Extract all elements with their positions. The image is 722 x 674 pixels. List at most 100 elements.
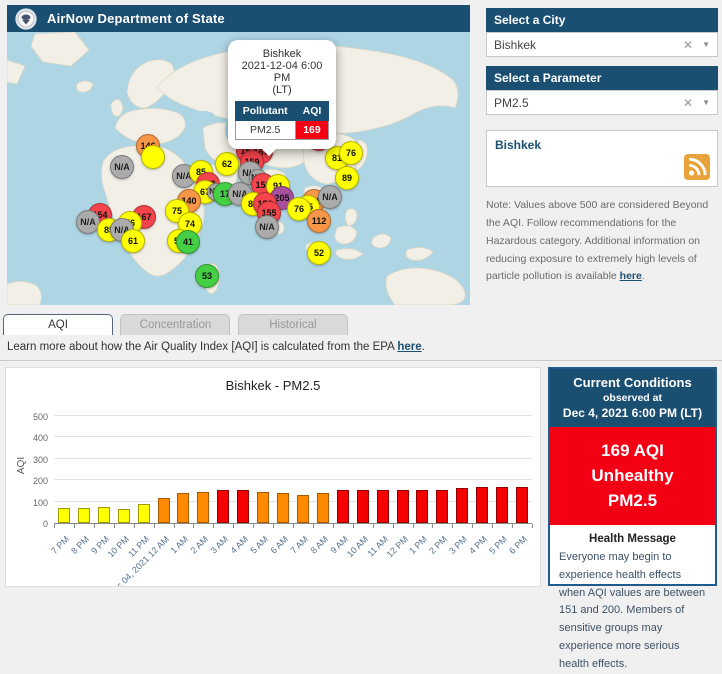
y-axis-tick-label: 100 — [14, 498, 48, 508]
chart-bar[interactable] — [98, 507, 110, 523]
note-suffix: . — [642, 270, 645, 282]
learn-more-text: Learn more about how the Air Quality Ind… — [0, 335, 722, 361]
chevron-down-icon[interactable]: ▼ — [702, 40, 710, 49]
x-axis-tick — [114, 524, 115, 528]
x-axis-tick — [393, 524, 394, 528]
observed-datetime: Dec 4, 2021 6:00 PM (LT) — [554, 406, 711, 420]
x-axis-tick — [273, 524, 274, 528]
aqi-marker[interactable]: 61 — [121, 229, 145, 253]
tab-historical[interactable]: Historical — [238, 314, 348, 335]
learn-more-body: Learn more about how the Air Quality Ind… — [7, 341, 397, 353]
epa-here-link[interactable]: here — [397, 341, 421, 353]
current-conditions-title: Current Conditions — [554, 375, 711, 390]
chevron-down-icon[interactable]: ▼ — [702, 98, 710, 107]
chart-bar[interactable] — [138, 504, 150, 523]
gridline — [54, 458, 532, 459]
x-axis-tick — [293, 524, 294, 528]
chart-bar[interactable] — [377, 490, 389, 523]
aqi-marker[interactable]: N/A — [110, 155, 134, 179]
x-axis-tick — [353, 524, 354, 528]
x-axis-tick — [213, 524, 214, 528]
x-axis-tick — [512, 524, 513, 528]
x-axis-tick — [74, 524, 75, 528]
tab-concentration[interactable]: Concentration — [120, 314, 230, 335]
y-axis-tick-label: 0 — [14, 519, 48, 529]
chart-bar[interactable] — [177, 493, 189, 523]
chart-bar[interactable] — [416, 490, 428, 523]
y-axis-tick-label: 500 — [14, 412, 48, 422]
city-select[interactable]: Bishkek ✕ ▼ — [486, 32, 718, 57]
x-axis-tick — [452, 524, 453, 528]
chart-bar[interactable] — [197, 492, 209, 523]
chart-bar[interactable] — [357, 490, 369, 523]
x-axis-tick — [94, 524, 95, 528]
health-message-body: Everyone may begin to experience health … — [550, 549, 715, 674]
current-aqi-value: 169 AQI — [550, 438, 715, 463]
clear-icon[interactable]: ✕ — [683, 38, 693, 52]
tab-aqi[interactable]: AQI — [3, 314, 113, 335]
chart-bar[interactable] — [297, 495, 309, 523]
aqi-marker[interactable]: 89 — [335, 166, 359, 190]
chart-bar[interactable] — [257, 492, 269, 523]
chart-bar[interactable] — [277, 493, 289, 523]
gridline — [54, 436, 532, 437]
aqi-marker[interactable]: 112 — [307, 209, 331, 233]
popup-city: Bishkek — [233, 48, 331, 60]
y-axis-tick-label: 400 — [14, 433, 48, 443]
aqi-marker[interactable]: N/A — [318, 185, 342, 209]
chart-bar[interactable] — [496, 487, 508, 523]
city-select-value: Bishkek — [494, 38, 683, 52]
map-popup: Bishkek 2021-12-04 6:00 PM (LT) Pollutan… — [228, 40, 336, 149]
rss-icon-glyph — [684, 154, 710, 180]
y-axis-tick-label: 300 — [14, 455, 48, 465]
chart-bar[interactable] — [516, 487, 528, 523]
world-aqi-map[interactable]: 146N/A62N/A8515116715915781768915267N/A1… — [7, 32, 470, 305]
parameter-select-value: PM2.5 — [494, 96, 683, 110]
aqi-chart-panel: Bishkek - PM2.5 AQI 01002003004005007 PM… — [5, 367, 541, 587]
note-text: Note: Values above 500 are considered Be… — [486, 199, 708, 282]
x-axis-tick — [432, 524, 433, 528]
chart-bar[interactable] — [436, 490, 448, 523]
aqi-marker[interactable] — [141, 145, 165, 169]
chart-bar[interactable] — [317, 493, 329, 523]
chart-bar[interactable] — [397, 490, 409, 523]
chart-bar[interactable] — [158, 498, 170, 523]
aqi-marker[interactable]: 76 — [339, 141, 363, 165]
city-select-label: Select a City — [486, 8, 718, 32]
chart-bar[interactable] — [237, 490, 249, 523]
chart-bar[interactable] — [217, 490, 229, 523]
observed-at-label: observed at — [554, 392, 711, 404]
aqi-marker[interactable]: 53 — [195, 264, 219, 288]
x-axis-tick — [134, 524, 135, 528]
health-message-section: Health Message Everyone may begin to exp… — [550, 533, 715, 674]
y-axis-tick-label: 200 — [14, 476, 48, 486]
health-message-title: Health Message — [550, 533, 715, 545]
aqi-marker[interactable]: 41 — [176, 230, 200, 254]
state-department-seal-icon — [15, 8, 37, 30]
page-title: AirNow Department of State — [47, 11, 225, 26]
chart-bar[interactable] — [118, 509, 130, 523]
app-header: AirNow Department of State — [7, 5, 470, 32]
chart-plot-area: AQI 01002003004005007 PM8 PM9 PM10 PM11 … — [54, 412, 532, 524]
aqi-marker[interactable]: 62 — [215, 152, 239, 176]
chart-bar[interactable] — [58, 508, 70, 523]
aqi-marker[interactable]: 52 — [307, 241, 331, 265]
x-axis-tick — [413, 524, 414, 528]
x-axis-tick — [532, 524, 533, 528]
chart-bar[interactable] — [78, 508, 90, 523]
chart-bar[interactable] — [456, 488, 468, 523]
aqi-marker[interactable]: N/A — [255, 215, 279, 239]
note-here-link[interactable]: here — [620, 270, 642, 282]
x-axis-tick — [174, 524, 175, 528]
parameter-select[interactable]: PM2.5 ✕ ▼ — [486, 90, 718, 115]
chart-bar[interactable] — [337, 490, 349, 523]
popup-aqi-value: 169 — [295, 121, 329, 140]
current-aqi-banner: 169 AQI Unhealthy PM2.5 — [550, 427, 715, 525]
popup-datetime: 2021-12-04 6:00 PM — [233, 60, 331, 84]
sidebar: Select a City Bishkek ✕ ▼ Select a Param… — [486, 8, 718, 286]
clear-icon[interactable]: ✕ — [683, 96, 693, 110]
chart-bar[interactable] — [476, 487, 488, 523]
x-axis-tick — [154, 524, 155, 528]
rss-icon[interactable] — [684, 154, 710, 180]
rss-feed-title: Bishkek — [495, 138, 541, 152]
